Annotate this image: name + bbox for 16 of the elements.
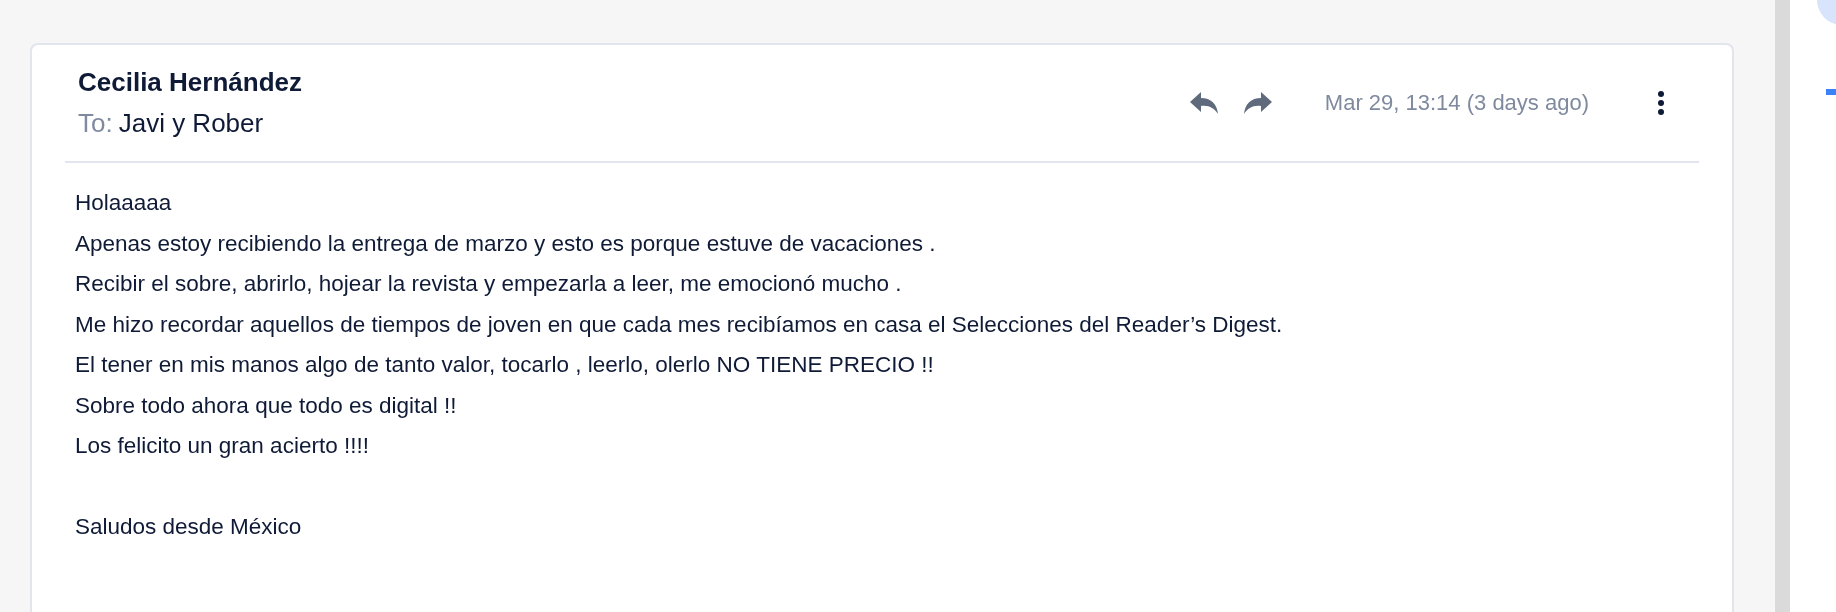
dash-icon bbox=[1826, 89, 1836, 95]
reply-button[interactable] bbox=[1188, 90, 1219, 116]
message-line: Me hizo recordar aquellos de tiempos de joven en que cada mes recibíamos en casa el Selecciones del Reader’s Digest. bbox=[75, 310, 1284, 339]
recipient-name: Javi y Rober bbox=[118, 108, 264, 139]
message-closing: Saludos desde México bbox=[75, 513, 303, 541]
message-line: Apenas estoy recibiendo la entrega de marzo y esto es porque estuve de vacaciones . bbox=[75, 229, 937, 258]
message-line: Holaaaaa bbox=[75, 189, 173, 217]
sender-name: Cecilia Hernández bbox=[78, 67, 303, 98]
message-line: El tener en mis manos algo de tanto valor, tocarlo , leerlo, olerlo NO TIENE PRECIO !! bbox=[75, 351, 935, 379]
forward-button[interactable] bbox=[1242, 90, 1273, 116]
message-line: Recibir el sobre, abrirlo, hojear la revista y empezarla a leer, me emocionó mucho . bbox=[75, 270, 903, 298]
message-line: Los felicito un gran acierto !!!! bbox=[75, 432, 370, 460]
message-date: Mar 29, 13:14 (3 days ago) bbox=[1324, 90, 1589, 116]
more-options-button[interactable] bbox=[1657, 90, 1665, 116]
message-line: Sobre todo ahora que todo es digital !! bbox=[75, 391, 458, 420]
to-label: To: bbox=[78, 108, 113, 139]
